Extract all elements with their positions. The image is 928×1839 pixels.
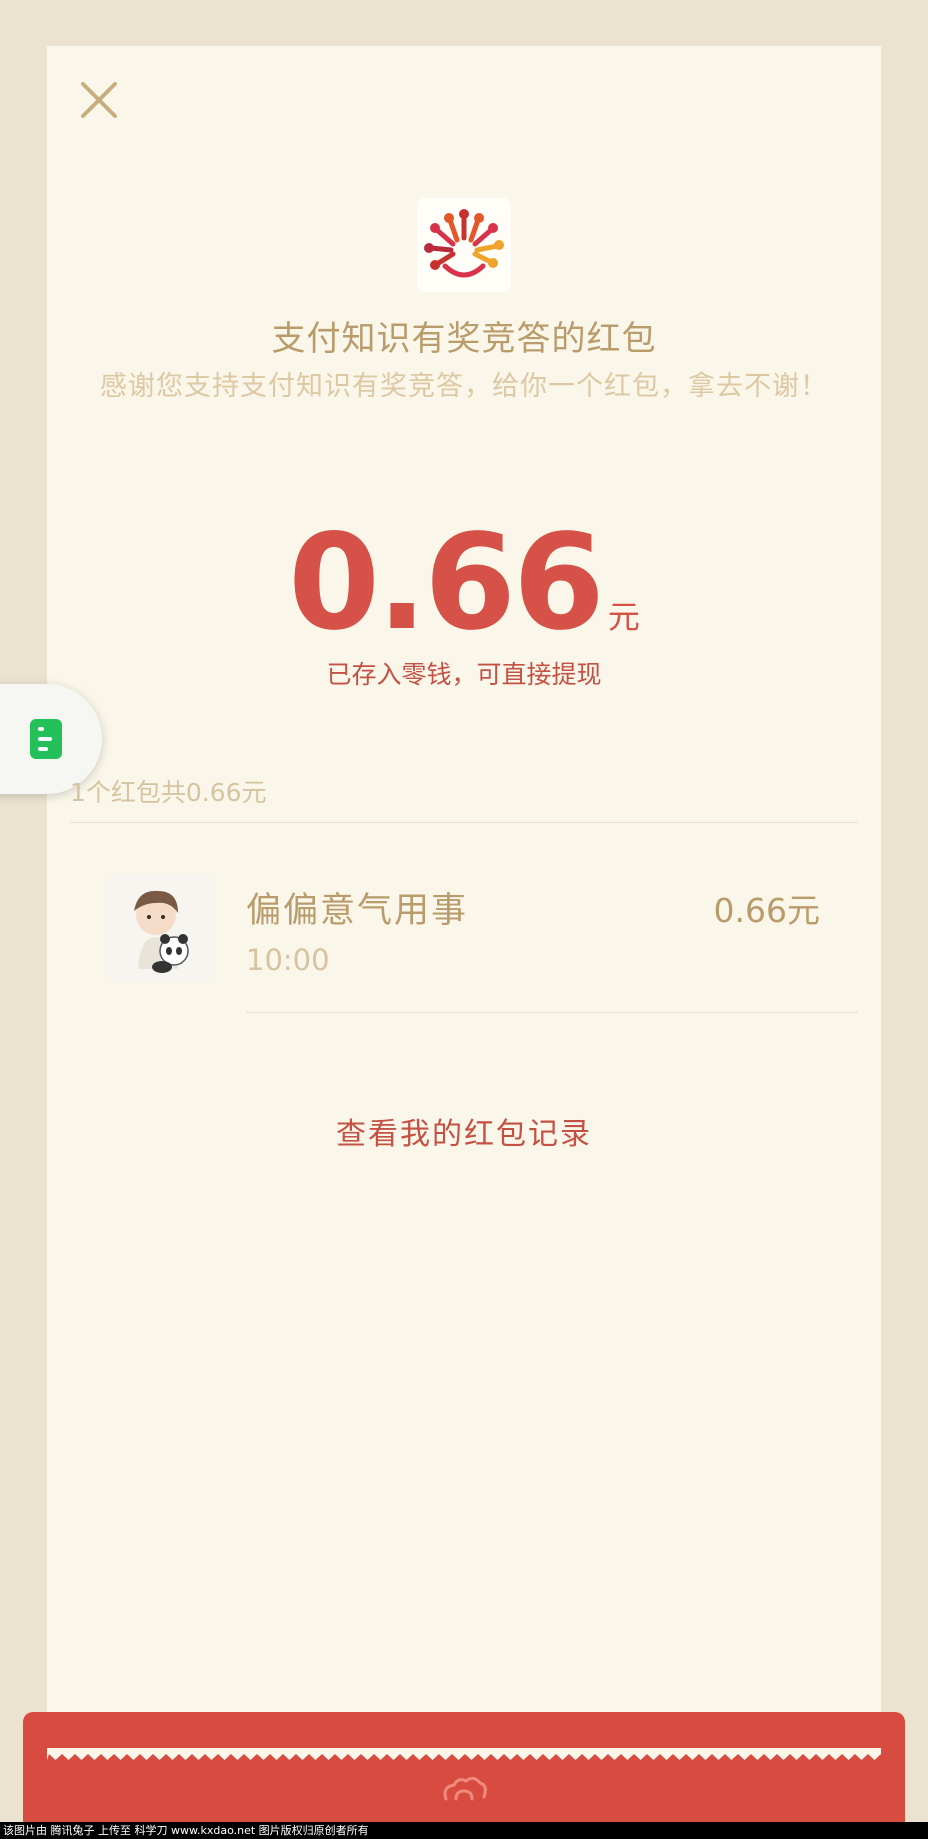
divider <box>246 1012 858 1013</box>
divider <box>70 822 858 823</box>
packet-summary: 1个红包共0.66元 <box>70 778 267 807</box>
close-icon[interactable] <box>79 80 119 120</box>
amount-unit: 元 <box>607 598 640 636</box>
packet-title: 支付知识有奖竞答的红包 <box>271 319 657 359</box>
record-amount: 0.66元 <box>713 891 820 930</box>
smiley-burst-logo-icon <box>417 198 511 292</box>
record-time: 10:00 <box>246 943 330 977</box>
zigzag-edge <box>47 1748 881 1760</box>
watermark-footer: 该图片由 腾讯兔子 上传至 科学刀 www.kxdao.net 图片版权归原创者… <box>0 1822 928 1839</box>
record-sender-name: 偏偏意气用事 <box>246 891 469 931</box>
amount-value: 0.66 <box>288 506 605 660</box>
view-my-red-packet-records-link[interactable]: 查看我的红包记录 <box>0 1109 928 1153</box>
avatar[interactable] <box>108 875 214 981</box>
document-list-icon <box>30 719 62 759</box>
amount-display: 0.66 元 <box>0 506 928 660</box>
saved-to-change-note: 已存入零钱，可直接提现 <box>326 660 602 689</box>
cloud-swirl-icon <box>443 1776 487 1801</box>
packet-description: 感谢您支持支付知识有奖竞答，给你一个红包，拿去不谢！ <box>100 371 828 402</box>
